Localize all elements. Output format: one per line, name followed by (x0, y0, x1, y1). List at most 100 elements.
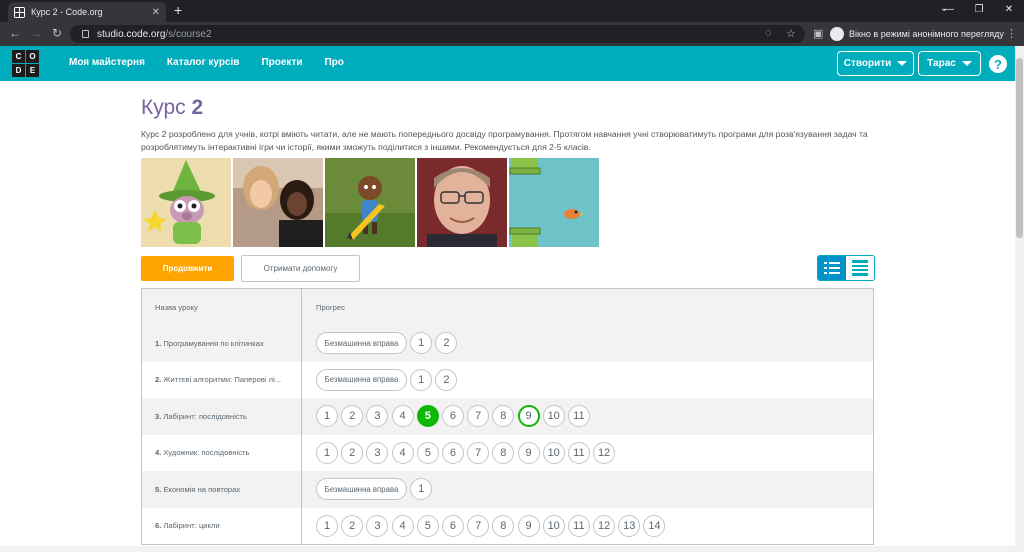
table-header-row: Назва уроку Прогрес (142, 289, 873, 325)
unplugged-level-bubble[interactable]: Безмашинна вправа (316, 368, 407, 391)
lesson-name[interactable]: 5. Економія на повторах (142, 471, 302, 508)
wizard-character-image (141, 158, 231, 247)
lesson-progress: Безмашинна вправа 1 (302, 471, 873, 508)
scrollbar-thumb[interactable] (1016, 58, 1023, 238)
table-row: 4. Художник: послідовність 1 2 3 4 5 6 7 8 9 10 11 12 (142, 434, 873, 472)
user-menu-button[interactable]: Тарас (918, 51, 981, 76)
level-bubble[interactable]: 6 (441, 405, 464, 428)
lesson-name[interactable]: 3. Лабіринт: послідовність (142, 398, 302, 435)
level-bubble[interactable]: 12 (593, 514, 616, 537)
create-label: Створити (843, 58, 892, 69)
vertical-scrollbar[interactable] (1015, 46, 1024, 552)
level-bubble[interactable]: 1 (316, 441, 338, 464)
level-bubble[interactable]: 12 (593, 441, 616, 464)
unplugged-level-bubble[interactable]: Безмашинна вправа (316, 332, 407, 355)
restore-icon[interactable]: ❐ (964, 0, 994, 22)
incognito-indicator[interactable]: Вікно в режимі анонімного перегляду (830, 25, 1004, 43)
level-bubble[interactable]: 1 (410, 332, 433, 355)
lesson-title: Економія на повторах (163, 484, 241, 494)
level-bubble[interactable]: 9 (517, 441, 540, 464)
level-bubble[interactable]: 11 (567, 514, 590, 537)
continue-button[interactable]: Продовжити (141, 256, 234, 281)
nav-about[interactable]: Про (324, 57, 343, 68)
table-row: 5. Економія на повторах Безмашинна вправа 1 (142, 471, 873, 508)
create-dropdown-button[interactable]: Створити (837, 51, 914, 76)
level-bubble[interactable]: 5 (416, 514, 439, 537)
level-bubble[interactable]: 10 (542, 441, 565, 464)
level-bubble[interactable]: 1 (410, 478, 433, 501)
logo-letter: C (12, 50, 25, 63)
code-org-logo[interactable]: C O D E (12, 50, 39, 77)
character-with-pencil-image (325, 158, 415, 247)
level-bubble[interactable]: 14 (643, 514, 666, 537)
level-bubble[interactable]: 4 (391, 405, 414, 428)
level-bubble[interactable]: 10 (542, 405, 565, 428)
level-bubble[interactable]: 3 (366, 405, 389, 428)
lesson-name[interactable]: 6. Лабіринт: цикли (142, 507, 302, 544)
level-bubbles: Безмашинна вправа 1 (316, 478, 435, 501)
level-bubble[interactable]: 8 (492, 514, 515, 537)
new-tab-icon[interactable]: + (174, 2, 182, 18)
help-icon[interactable]: ? (989, 55, 1007, 73)
lesson-number: 3. (155, 411, 162, 421)
get-help-button[interactable]: Отримати допомогу (241, 255, 360, 282)
level-bubble[interactable]: 6 (441, 514, 464, 537)
unplugged-level-bubble[interactable]: Безмашинна вправа (316, 478, 407, 501)
nav-course-catalog[interactable]: Каталог курсів (167, 57, 240, 68)
back-icon[interactable]: ← (9, 26, 21, 40)
level-bubble[interactable]: 1 (410, 368, 433, 391)
level-bubble[interactable]: 13 (618, 514, 641, 537)
level-bubble[interactable]: 8 (492, 441, 515, 464)
summary-view-button[interactable] (846, 256, 874, 280)
lesson-progress: 1 2 3 4 5 6 7 8 9 10 11 12 (302, 435, 873, 472)
level-bubble[interactable]: 9 (517, 405, 540, 428)
level-bubble[interactable]: 8 (492, 405, 515, 428)
horizontal-scrollbar[interactable] (0, 546, 1015, 552)
level-bubble[interactable]: 2 (435, 332, 458, 355)
level-bubbles: 1 2 3 4 5 6 7 8 9 10 11 (316, 405, 593, 428)
level-bubble[interactable]: 11 (567, 441, 590, 464)
browser-tab[interactable]: Курс 2 - Code.org ✕ (8, 2, 166, 22)
level-bubble[interactable]: 3 (366, 441, 389, 464)
level-bubble[interactable]: 1 (316, 405, 338, 428)
lock-icon (82, 30, 89, 38)
lesson-name[interactable]: 1. Програмування по клітинках (142, 325, 302, 362)
site-header: C O D E Моя майстерня Каталог курсів Про… (0, 46, 1015, 81)
level-bubble[interactable]: 2 (341, 441, 364, 464)
minimize-icon[interactable]: — (934, 0, 964, 22)
level-bubble[interactable]: 4 (391, 514, 414, 537)
level-bubble[interactable]: 7 (467, 514, 490, 537)
level-bubble[interactable]: 1 (316, 514, 338, 537)
level-bubble[interactable]: 2 (341, 514, 364, 537)
level-bubble[interactable]: 7 (467, 441, 490, 464)
bookmark-star-icon[interactable]: ☆ (786, 27, 796, 40)
logo-letter: E (26, 64, 39, 77)
reload-icon[interactable]: ↻ (52, 26, 62, 40)
level-bubbles: Безмашинна вправа 1 2 (316, 368, 461, 391)
level-bubbles: Безмашинна вправа 1 2 (316, 332, 461, 355)
lesson-name[interactable]: 2. Життєві алгоритми: Паперові лі... (142, 361, 302, 398)
close-window-icon[interactable]: ✕ (994, 0, 1024, 22)
level-bubble[interactable]: 6 (441, 441, 464, 464)
level-bubble[interactable]: 7 (467, 405, 490, 428)
lesson-name[interactable]: 4. Художник: послідовність (142, 434, 302, 471)
level-bubble[interactable]: 10 (542, 514, 565, 537)
side-panel-icon[interactable]: ▣ (813, 27, 823, 40)
nav-projects[interactable]: Проекти (261, 57, 302, 68)
level-bubble[interactable]: 3 (366, 514, 389, 537)
eye-off-icon[interactable]: ◌ (765, 27, 772, 39)
level-bubble[interactable]: 4 (391, 441, 414, 464)
browser-menu-icon[interactable]: ⋮ (1006, 27, 1017, 40)
close-tab-icon[interactable]: ✕ (152, 7, 160, 18)
level-bubble[interactable]: 9 (517, 514, 540, 537)
forward-icon[interactable]: → (30, 26, 42, 40)
level-bubble[interactable]: 11 (567, 405, 590, 428)
level-bubble[interactable]: 2 (435, 368, 458, 391)
nav-my-workshop[interactable]: Моя майстерня (69, 57, 145, 68)
detail-view-button[interactable] (818, 256, 846, 280)
level-bubble[interactable]: 5 (416, 405, 439, 428)
address-bar[interactable]: studio.code.org/s/course2 (70, 25, 805, 43)
level-bubble[interactable]: 2 (341, 405, 364, 428)
title-number: 2 (191, 96, 204, 119)
level-bubble[interactable]: 5 (416, 441, 439, 464)
